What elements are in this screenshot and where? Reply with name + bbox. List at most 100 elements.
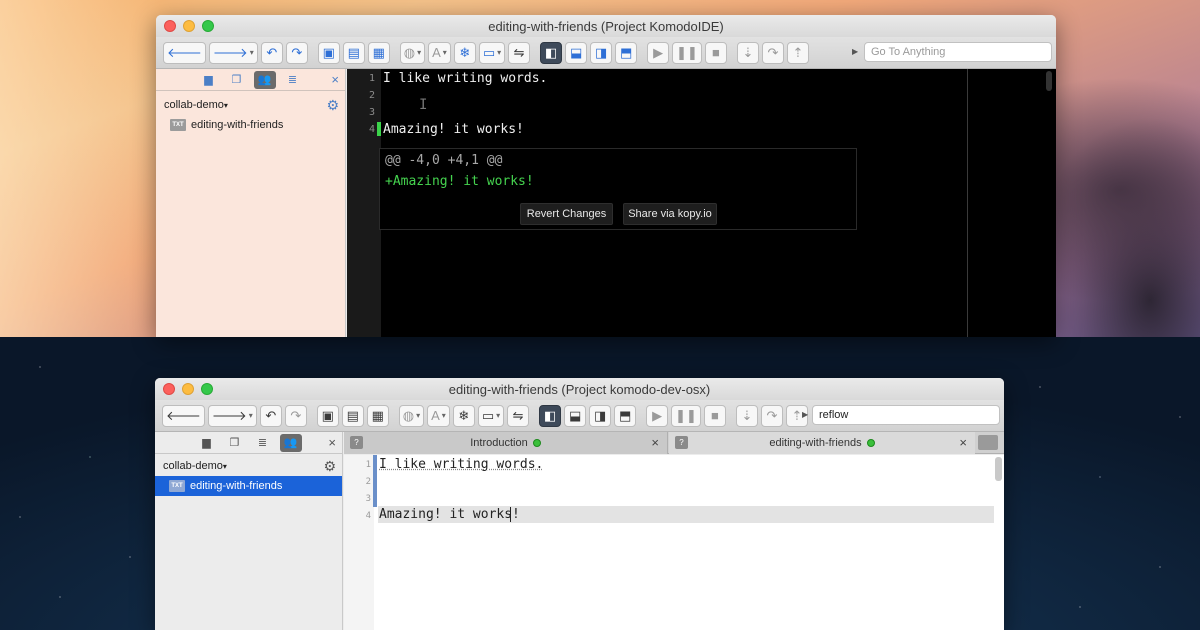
line-number: 3: [368, 107, 375, 118]
go-to-anything-input[interactable]: Go To Anything: [864, 42, 1052, 62]
browser-preview-button[interactable]: ◍ ▾: [399, 41, 426, 64]
file-name: editing-with-friends: [191, 119, 284, 131]
share-kopy-button[interactable]: Share via kopy.io: [623, 203, 717, 225]
collab-change-bar: [373, 455, 377, 507]
sync-button[interactable]: ⇋: [507, 404, 530, 427]
redo-icon: ↷: [291, 44, 303, 60]
toggle-bottom-pane-button[interactable]: ⬓: [564, 404, 587, 427]
snowflake-icon: ❄: [459, 44, 471, 60]
debug-stop-button[interactable]: ■: [704, 41, 727, 64]
close-tab-icon[interactable]: ×: [959, 435, 967, 450]
folder-open-icon: ▤: [347, 44, 360, 60]
save-button[interactable]: ▦: [367, 41, 390, 64]
search-input[interactable]: reflow: [812, 405, 1000, 425]
places-sidebar: ▆ ❐ 👥 ≣ × collab-demo ▾ ⚙ TXT editing-wit…: [156, 69, 346, 337]
close-sidebar-icon[interactable]: ×: [331, 72, 339, 87]
new-file-button[interactable]: ▣: [316, 404, 339, 427]
undo-button[interactable]: ↶: [259, 404, 282, 427]
toolbox-button[interactable]: ❄: [452, 404, 475, 427]
back-button[interactable]: 🡐: [162, 404, 205, 427]
gear-icon[interactable]: ⚙: [326, 97, 339, 114]
font-button[interactable]: A ▾: [428, 41, 451, 64]
tab-open-files[interactable]: ❐: [224, 434, 246, 452]
step-in-button[interactable]: ⇣: [735, 404, 758, 427]
file-item[interactable]: TXT editing-with-friends: [156, 115, 345, 135]
debug-run-button[interactable]: ▶: [646, 404, 669, 427]
tab-introduction[interactable]: ? Introduction ×: [344, 432, 668, 454]
stop-icon: ■: [711, 45, 720, 60]
gear-icon[interactable]: ⚙: [323, 458, 336, 475]
new-file-icon: ▣: [322, 44, 335, 60]
title-bar[interactable]: editing-with-friends (Project KomodoIDE): [156, 15, 1056, 37]
undo-button[interactable]: ↶: [260, 41, 283, 64]
back-button[interactable]: 🡐: [163, 41, 206, 64]
save-icon: ▦: [372, 44, 385, 60]
debug-run-button[interactable]: ▶: [647, 41, 670, 64]
text-caret: [510, 507, 511, 522]
redo-button[interactable]: ↷: [284, 404, 307, 427]
project-selector[interactable]: collab-demo ▾ ⚙: [156, 95, 345, 115]
close-sidebar-icon[interactable]: ×: [328, 435, 336, 450]
title-bar[interactable]: editing-with-friends (Project komodo-dev…: [155, 378, 1004, 400]
pane-right-icon: ◨: [593, 407, 607, 423]
toggle-right-pane-button[interactable]: ◨: [589, 404, 612, 427]
step-in-icon: ⇣: [742, 44, 754, 60]
close-tab-icon[interactable]: ×: [651, 435, 659, 450]
revert-changes-button[interactable]: Revert Changes: [520, 203, 613, 225]
pane-left-icon: ◧: [543, 407, 557, 423]
editor-pane-dark[interactable]: 1 2 3 4 I like writing words. I Amazing!…: [347, 69, 1056, 337]
tab-places[interactable]: ▆: [196, 434, 218, 452]
save-button[interactable]: ▦: [366, 404, 389, 427]
forward-button[interactable]: 🡒 ▾: [208, 41, 258, 64]
tab-editing-with-friends[interactable]: ? editing-with-friends ×: [669, 432, 975, 454]
chevron-down-icon: ▾: [442, 48, 447, 57]
open-file-button[interactable]: ▤: [341, 404, 364, 427]
play-icon: ▶: [653, 44, 664, 60]
debug-stop-button[interactable]: ■: [703, 404, 726, 427]
pane-full-icon: ⬒: [619, 44, 633, 60]
snowflake-icon: ❄: [458, 407, 470, 423]
scrollbar-thumb[interactable]: [995, 457, 1002, 481]
redo-button[interactable]: ↷: [285, 41, 308, 64]
forward-button[interactable]: 🡒 ▾: [207, 404, 257, 427]
project-selector[interactable]: collab-demo ▾ ⚙: [155, 456, 342, 476]
tab-database[interactable]: ≣: [282, 71, 304, 89]
line-number: 2: [365, 477, 371, 487]
new-file-button[interactable]: ▣: [317, 41, 340, 64]
database-icon: ≣: [287, 74, 298, 86]
window-title: editing-with-friends (Project komodo-dev…: [448, 382, 711, 397]
step-over-button[interactable]: ↷: [760, 404, 783, 427]
scrollbar-thumb[interactable]: [1046, 71, 1052, 91]
sync-button[interactable]: ⇋: [508, 41, 531, 64]
tab-database[interactable]: ≣: [252, 434, 274, 452]
tab-open-files[interactable]: ❐: [226, 71, 248, 89]
step-over-button[interactable]: ↷: [761, 41, 784, 64]
step-in-button[interactable]: ⇣: [736, 41, 759, 64]
debug-pause-button[interactable]: ❚❚: [671, 404, 701, 427]
focus-mode-button[interactable]: ⬒: [614, 404, 637, 427]
terminal-button[interactable]: ▭ ▾: [478, 41, 506, 64]
toolbox-button[interactable]: ❄: [453, 41, 476, 64]
tab-list-icon[interactable]: [978, 435, 998, 450]
top-komodo-window: editing-with-friends (Project KomodoIDE)…: [156, 15, 1056, 337]
terminal-button[interactable]: ▭ ▾: [477, 404, 505, 427]
file-item-selected[interactable]: TXT editing-with-friends: [155, 476, 342, 496]
tab-collaboration[interactable]: 👥: [253, 70, 276, 89]
tab-collaboration[interactable]: 👥: [279, 433, 302, 452]
tab-places[interactable]: ▆: [198, 71, 220, 89]
focus-mode-button[interactable]: ⬒: [615, 41, 638, 64]
chevron-down-icon: ▾: [249, 48, 254, 57]
toggle-right-pane-button[interactable]: ◨: [590, 41, 613, 64]
undo-icon: ↶: [266, 44, 278, 60]
debug-pause-button[interactable]: ❚❚: [672, 41, 702, 64]
bottom-komodo-window: editing-with-friends (Project komodo-dev…: [155, 378, 1004, 630]
toggle-left-pane-button[interactable]: ◧: [540, 41, 563, 64]
open-file-button[interactable]: ▤: [342, 41, 365, 64]
browser-preview-button[interactable]: ◍ ▾: [398, 404, 425, 427]
font-button[interactable]: A ▾: [427, 404, 450, 427]
change-marker[interactable]: [377, 122, 381, 136]
toggle-left-pane-button[interactable]: ◧: [539, 404, 562, 427]
editor-pane-light[interactable]: 1 2 3 4 I like writing words. Amazing! i…: [344, 455, 1004, 630]
step-out-button[interactable]: ⇡: [786, 41, 809, 64]
toggle-bottom-pane-button[interactable]: ⬓: [565, 41, 588, 64]
